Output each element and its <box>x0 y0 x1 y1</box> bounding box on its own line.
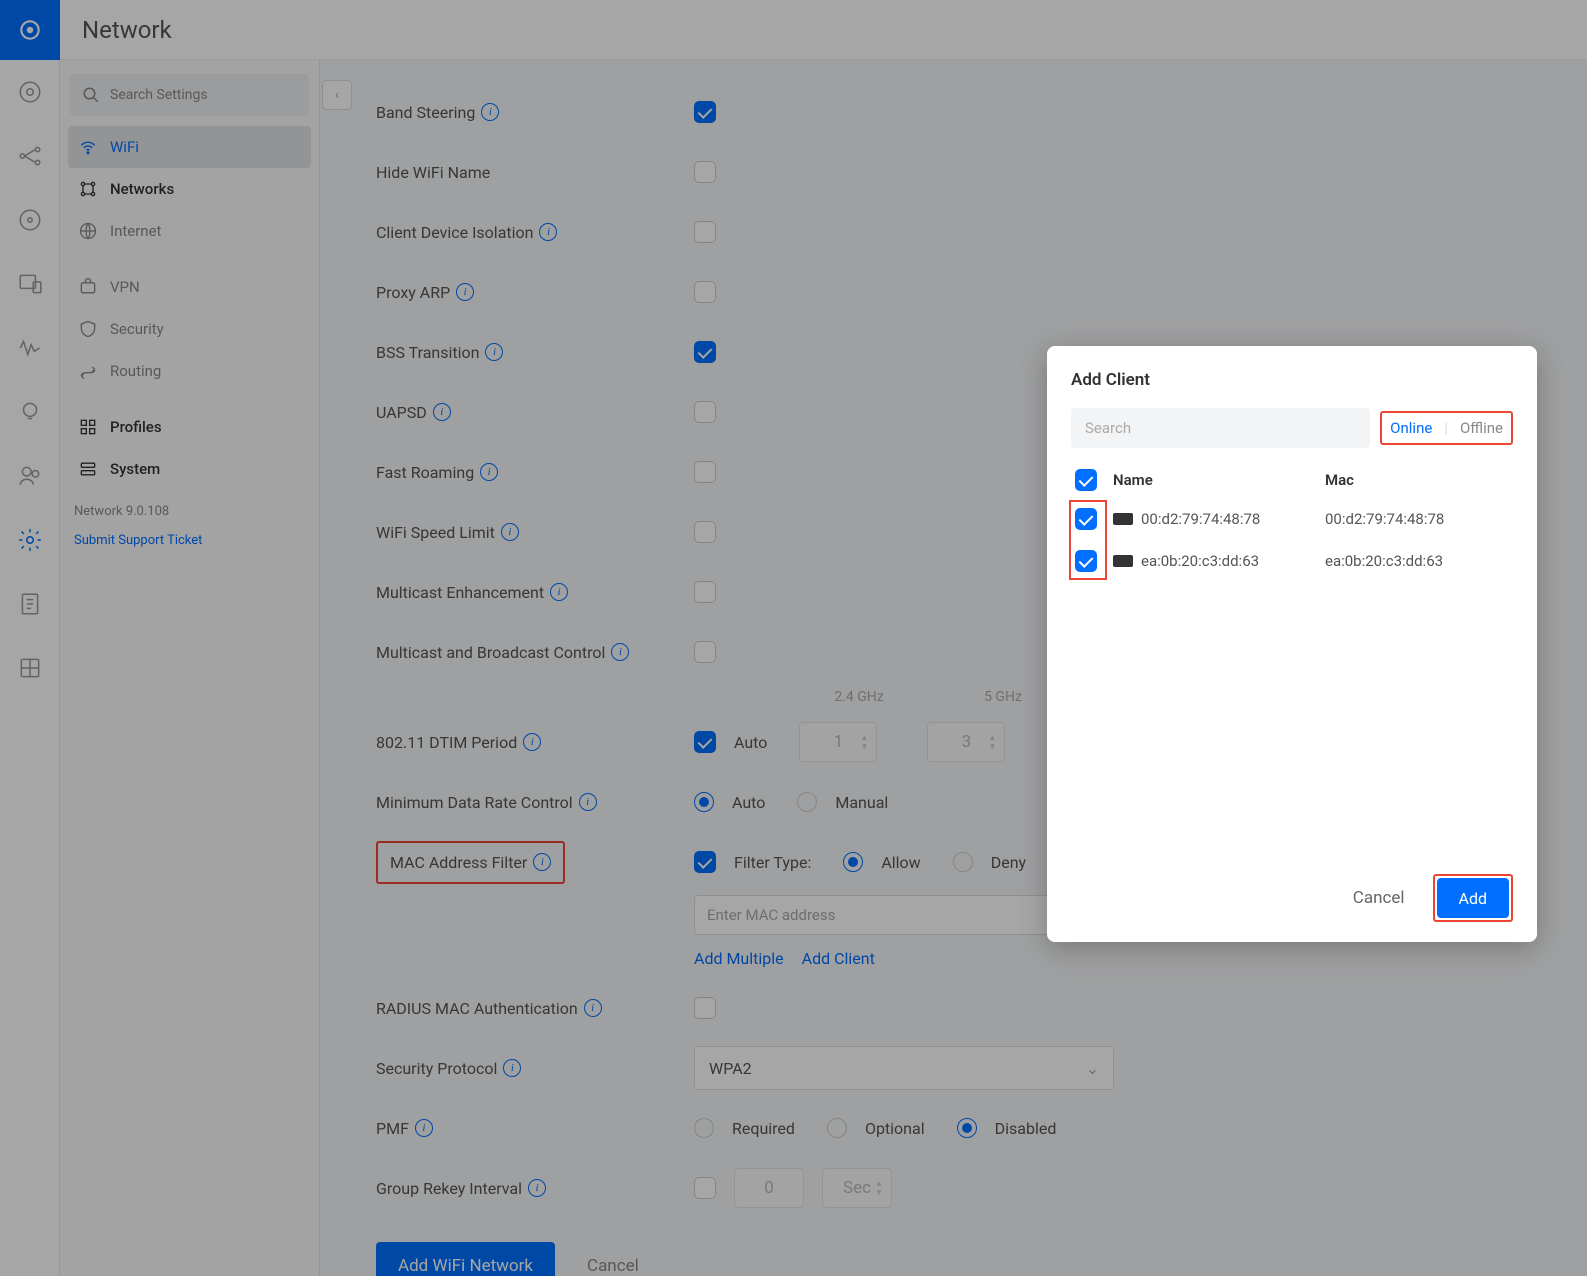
modal-search-input[interactable] <box>1071 408 1370 448</box>
offline-tab[interactable]: Offline <box>1460 419 1503 437</box>
online-tab[interactable]: Online <box>1390 419 1432 437</box>
device-icon <box>1113 513 1133 525</box>
col-name: Name <box>1113 471 1313 489</box>
col-mac: Mac <box>1325 471 1513 489</box>
device-icon <box>1113 555 1133 567</box>
modal-title: Add Client <box>1071 370 1513 390</box>
client-row[interactable]: ea:0b:20:c3:dd:63 ea:0b:20:c3:dd:63 <box>1071 540 1513 582</box>
checkbox-highlight <box>1069 500 1107 580</box>
add-client-modal: Add Client Online | Offline Name Mac 00:… <box>1047 346 1537 942</box>
modal-add-button[interactable]: Add <box>1437 878 1509 918</box>
online-offline-segment: Online | Offline <box>1380 411 1513 445</box>
client-row[interactable]: 00:d2:79:74:48:78 00:d2:79:74:48:78 <box>1071 498 1513 540</box>
select-all-checkbox[interactable] <box>1075 469 1097 491</box>
modal-cancel-button[interactable]: Cancel <box>1339 888 1419 908</box>
